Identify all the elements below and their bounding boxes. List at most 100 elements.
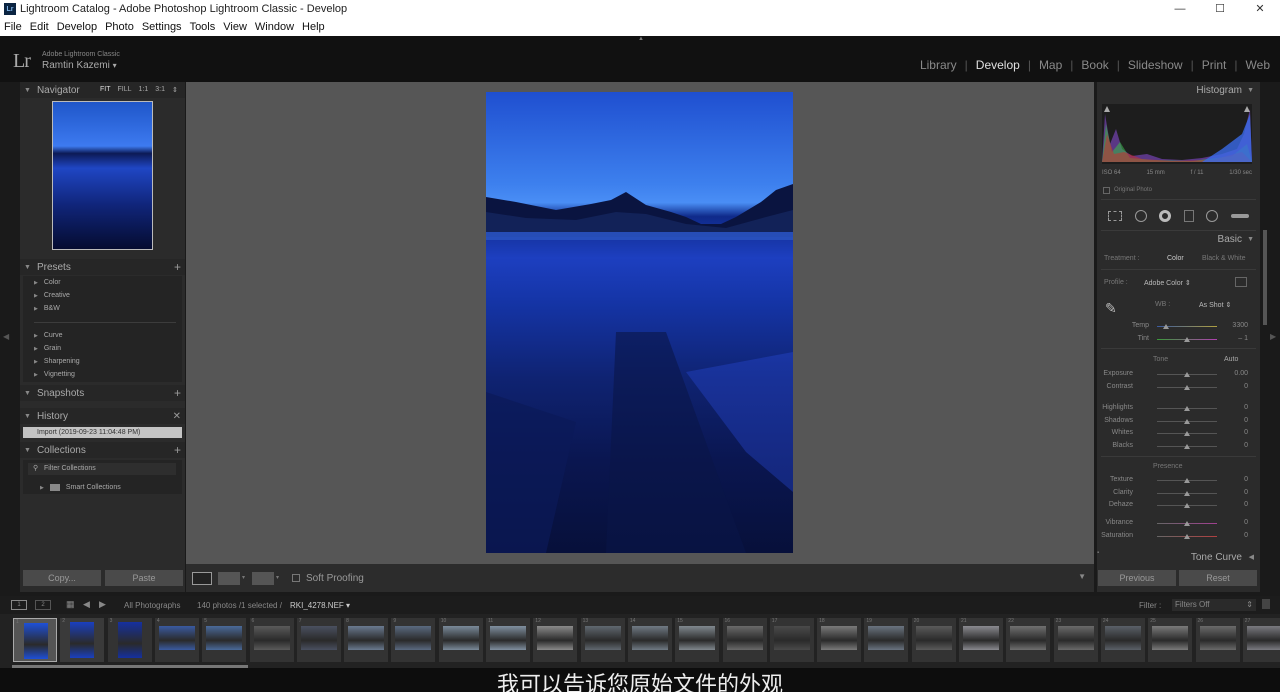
shadows-value[interactable]: 0	[1244, 417, 1248, 424]
shadows-slider[interactable]	[1157, 419, 1217, 424]
menu-photo[interactable]: Photo	[105, 21, 134, 33]
profile-browser-grid-icon[interactable]	[1235, 277, 1247, 287]
vibrance-slider-knob[interactable]	[1184, 521, 1190, 526]
filmstrip-thumbnail[interactable]: 6	[249, 618, 294, 662]
filmstrip-thumbnail[interactable]: 20	[911, 618, 956, 662]
clarity-value[interactable]: 0	[1244, 489, 1248, 496]
whites-value[interactable]: 0	[1244, 429, 1248, 436]
filmstrip-thumbnail[interactable]: 27	[1242, 618, 1280, 662]
menu-file[interactable]: File	[4, 21, 22, 33]
blacks-slider-knob[interactable]	[1184, 444, 1190, 449]
filmstrip-thumbnail[interactable]: 14	[627, 618, 672, 662]
clarity-slider[interactable]	[1157, 491, 1217, 496]
paste-button[interactable]: Paste	[105, 570, 183, 586]
adjustment-brush-icon[interactable]	[1230, 214, 1249, 218]
snapshots-header[interactable]: ▼ Snapshots +	[20, 385, 185, 401]
preset-group-vignetting[interactable]: ▶ Vignetting	[34, 371, 75, 378]
highlight-clipping-icon[interactable]	[1244, 106, 1250, 112]
filmstrip-thumbnail[interactable]: 1	[13, 618, 57, 662]
blacks-value[interactable]: 0	[1244, 442, 1248, 449]
original-photo-checkbox[interactable]	[1103, 187, 1110, 194]
filmstrip-thumbnail[interactable]: 22	[1006, 618, 1051, 662]
forward-arrow-icon[interactable]: ▶	[99, 599, 106, 610]
collapse-top-panel-icon[interactable]: ▲	[638, 36, 644, 42]
treatment-bw[interactable]: Black & White	[1202, 255, 1246, 262]
history-item[interactable]: Import (2019-09-23 11:04:48 PM)	[23, 427, 182, 438]
crop-overlay-icon[interactable]	[1108, 211, 1123, 221]
chevron-down-icon[interactable]: ▾	[242, 574, 245, 581]
shadow-clipping-icon[interactable]	[1104, 106, 1110, 112]
histogram-display[interactable]	[1102, 104, 1252, 164]
graduated-filter-icon[interactable]	[1183, 210, 1194, 222]
treatment-color[interactable]: Color	[1167, 255, 1184, 262]
collapse-left-panel-icon[interactable]: ◀	[3, 332, 9, 341]
contrast-value[interactable]: 0	[1244, 383, 1248, 390]
vibrance-value[interactable]: 0	[1244, 519, 1248, 526]
temp-slider-knob[interactable]	[1163, 324, 1169, 329]
filmstrip-thumbnail[interactable]: 10	[438, 618, 483, 662]
source-label[interactable]: All Photographs	[124, 601, 180, 610]
whites-slider[interactable]	[1157, 431, 1217, 436]
contrast-slider[interactable]	[1157, 385, 1217, 390]
filmstrip-thumbnail[interactable]: 5	[202, 618, 247, 662]
filmstrip-thumbnail[interactable]: 13	[580, 618, 625, 662]
soft-proofing-checkbox[interactable]	[292, 574, 300, 582]
menu-settings[interactable]: Settings	[142, 21, 182, 33]
menu-tools[interactable]: Tools	[190, 21, 216, 33]
module-library[interactable]: Library	[920, 58, 957, 72]
selected-filename[interactable]: RKI_4278.NEF ▾	[290, 601, 350, 610]
presets-header[interactable]: ▼ Presets +	[20, 259, 185, 275]
filmstrip-thumbnail[interactable]: 25	[1148, 618, 1193, 662]
profile-select[interactable]: Adobe Color ⇕	[1144, 279, 1191, 287]
add-preset-icon[interactable]: +	[174, 260, 181, 274]
user-name[interactable]: Ramtin Kazemi ▾	[42, 60, 117, 71]
zoom-menu-arrow-icon[interactable]: ⇕	[172, 86, 178, 94]
basic-header[interactable]: Basic ▼	[1097, 232, 1260, 248]
chevron-down-icon[interactable]: ▾	[276, 574, 279, 581]
filter-select[interactable]: Filters Off ⇕	[1172, 599, 1256, 611]
saturation-value[interactable]: 0	[1244, 532, 1248, 539]
shadows-slider-knob[interactable]	[1184, 419, 1190, 424]
close-button[interactable]: ✕	[1240, 0, 1280, 18]
tint-slider-knob[interactable]	[1184, 337, 1190, 342]
histogram-header[interactable]: Histogram ▼	[1097, 83, 1260, 99]
filmstrip-thumbnail[interactable]: 21	[959, 618, 1003, 662]
filmstrip-thumbnail[interactable]: 17	[769, 618, 814, 662]
clarity-slider-knob[interactable]	[1184, 491, 1190, 496]
filmstrip-thumbnail[interactable]: 3	[107, 618, 152, 662]
filmstrip-thumbnail[interactable]: 11	[486, 618, 530, 662]
right-panel-scrollbar[interactable]	[1263, 230, 1267, 325]
saturation-slider[interactable]	[1157, 534, 1217, 539]
texture-value[interactable]: 0	[1244, 476, 1248, 483]
menu-window[interactable]: Window	[255, 21, 294, 33]
zoom-3-1[interactable]: 3:1	[155, 86, 165, 94]
exposure-slider[interactable]	[1157, 372, 1217, 377]
preset-group-grain[interactable]: ▶ Grain	[34, 345, 61, 352]
exposure-slider-knob[interactable]	[1184, 372, 1190, 377]
zoom-1-1[interactable]: 1:1	[139, 86, 149, 94]
maximize-button[interactable]: ☐	[1200, 0, 1240, 18]
module-slideshow[interactable]: Slideshow	[1128, 58, 1183, 72]
saturation-slider-knob[interactable]	[1184, 534, 1190, 539]
minimize-button[interactable]: —	[1160, 0, 1200, 18]
history-header[interactable]: ▼ History ✕	[20, 408, 185, 424]
main-window-button[interactable]: 1	[11, 600, 27, 610]
highlights-slider[interactable]	[1157, 406, 1217, 411]
filmstrip-thumbnail[interactable]: 9	[391, 618, 436, 662]
navigator-header[interactable]: ▼ Navigator FIT FILL 1:1 3:1 ⇕	[20, 82, 185, 98]
dehaze-slider-knob[interactable]	[1184, 503, 1190, 508]
preset-group-curve[interactable]: ▶ Curve	[34, 332, 63, 339]
filmstrip-thumbnail[interactable]: 19	[864, 618, 909, 662]
before-after-icon[interactable]	[218, 572, 240, 585]
preset-group-bw[interactable]: ▶ B&W	[34, 305, 60, 312]
contrast-slider-knob[interactable]	[1184, 385, 1190, 390]
filter-lock-icon[interactable]	[1262, 599, 1270, 609]
tint-value[interactable]: – 1	[1238, 335, 1248, 342]
preset-group-creative[interactable]: ▶ Creative	[34, 292, 70, 299]
menu-edit[interactable]: Edit	[30, 21, 49, 33]
spot-removal-icon[interactable]	[1134, 210, 1147, 222]
temp-slider[interactable]	[1157, 324, 1217, 329]
blacks-slider[interactable]	[1157, 444, 1217, 449]
reset-button[interactable]: Reset	[1179, 570, 1257, 586]
tint-slider[interactable]	[1157, 337, 1217, 342]
